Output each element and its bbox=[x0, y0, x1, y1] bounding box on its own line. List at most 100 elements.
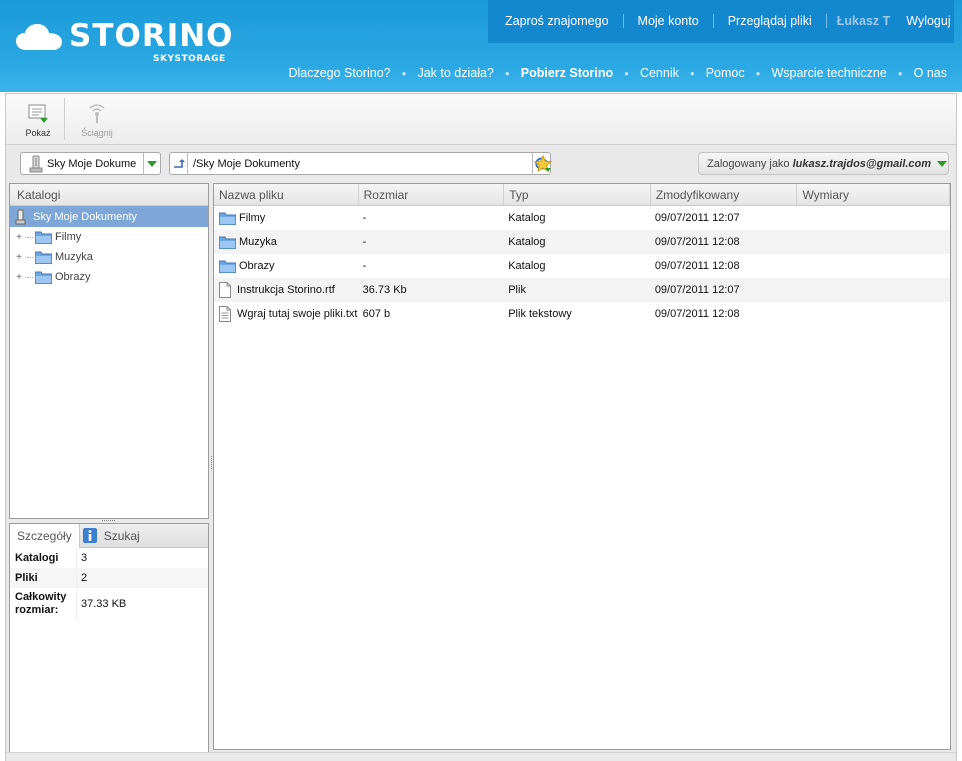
file-list-header: Nazwa pliku Rozmiar Typ Zmodyfikowany Wy… bbox=[214, 184, 951, 206]
expand-icon[interactable]: + bbox=[15, 252, 23, 263]
file-row[interactable]: Muzyka - Katalog 09/07/2011 12:08 bbox=[214, 230, 950, 254]
file-modified: 09/07/2011 12:08 bbox=[654, 260, 740, 272]
toolbar-separator bbox=[64, 98, 65, 140]
browse-files-link[interactable]: Przeglądaj pliki bbox=[712, 14, 826, 28]
storino-logo[interactable]: STORINO SKYSTORAGE bbox=[16, 18, 234, 70]
expand-icon[interactable]: + bbox=[15, 232, 23, 243]
tree-item-muzyka[interactable]: + Muzyka bbox=[10, 247, 208, 267]
show-file-icon bbox=[28, 104, 48, 123]
nav-separator: ● bbox=[624, 68, 629, 78]
document-icon bbox=[219, 282, 231, 298]
details-value: 37.33 KB bbox=[81, 598, 127, 610]
panel-resize-handle[interactable] bbox=[102, 519, 116, 522]
nav-separator: ● bbox=[689, 68, 695, 78]
tree-item-filmy[interactable]: + Filmy bbox=[10, 227, 208, 247]
tree-connector bbox=[27, 236, 33, 238]
column-name[interactable]: Nazwa pliku bbox=[214, 184, 359, 205]
tree-root-label: Sky Moje Dokumenty bbox=[33, 210, 137, 223]
login-status-dropdown[interactable]: Zalogowany jako lukasz.trajdos@gmail.com bbox=[698, 152, 949, 175]
folder-up-button[interactable] bbox=[170, 153, 188, 174]
tree-item-label: Muzyka bbox=[55, 251, 93, 263]
path-field[interactable]: /Sky Moje Dokumenty bbox=[169, 152, 551, 175]
tree-connector bbox=[27, 256, 33, 258]
folder-icon bbox=[35, 231, 52, 244]
nav-how-it-works[interactable]: Jak to działa? bbox=[417, 66, 493, 80]
brand-name: STORINO bbox=[69, 18, 234, 54]
nav-about[interactable]: O nas bbox=[914, 66, 947, 80]
file-row[interactable]: Obrazy - Katalog 09/07/2011 12:08 bbox=[214, 254, 950, 278]
drive-selector-value: Sky Moje Dokume bbox=[47, 157, 137, 170]
column-size[interactable]: Rozmiar bbox=[359, 184, 505, 205]
file-name: Instrukcja Storino.rtf bbox=[237, 284, 335, 296]
tree-item-obrazy[interactable]: + Obrazy bbox=[10, 267, 208, 287]
folder-up-icon bbox=[173, 158, 185, 168]
folder-tree-panel: Katalogi Sky Moje Dokumenty + Filmy + Mu… bbox=[9, 183, 209, 519]
info-icon bbox=[82, 528, 97, 543]
file-size: - bbox=[362, 212, 367, 224]
login-user: lukasz.trajdos@gmail.com bbox=[792, 157, 932, 170]
drive-dropdown-button[interactable] bbox=[143, 153, 160, 174]
download-button[interactable]: Ściągnij bbox=[74, 102, 120, 142]
details-list: Katalogi 3 Pliki 2 Całkowity rozmiar: 37… bbox=[10, 548, 208, 620]
status-bar bbox=[6, 752, 956, 761]
folder-icon bbox=[219, 236, 236, 249]
download-label: Ściągnij bbox=[81, 128, 113, 138]
nav-download[interactable]: Pobierz Storino bbox=[521, 66, 613, 80]
folder-icon bbox=[219, 212, 236, 225]
favorite-button[interactable] bbox=[533, 152, 552, 175]
file-type: Katalog bbox=[508, 260, 546, 272]
invite-friend-link[interactable]: Zaproś znajomego bbox=[488, 14, 623, 28]
brand-tagline: SKYSTORAGE bbox=[153, 54, 226, 64]
file-name: Wgraj tutaj swoje pliki.txt bbox=[237, 308, 358, 320]
nav-why-storino[interactable]: Dlaczego Storino? bbox=[288, 66, 390, 80]
nav-pricing[interactable]: Cennik bbox=[640, 66, 679, 80]
details-panel: Szczegóły Szukaj Katalogi 3 Pliki 2 Całk… bbox=[9, 523, 209, 759]
chevron-down-icon bbox=[147, 160, 157, 167]
file-row[interactable]: Wgraj tutaj swoje pliki.txt 607 b Plik t… bbox=[214, 302, 950, 326]
tree-item-label: Filmy bbox=[55, 231, 82, 243]
folder-icon bbox=[35, 251, 52, 264]
folder-icon bbox=[35, 271, 52, 284]
drive-selector[interactable]: Sky Moje Dokume bbox=[20, 152, 161, 175]
file-manager-app: Pokaż Ściągnij Sky Moje Dokume /Sky Moje… bbox=[5, 93, 957, 761]
tab-search[interactable]: Szukaj bbox=[97, 524, 147, 548]
nav-separator: ● bbox=[897, 68, 903, 78]
details-row: Katalogi 3 bbox=[10, 548, 208, 568]
nav-separator: ● bbox=[755, 68, 761, 78]
download-antenna-icon bbox=[89, 104, 105, 123]
tab-details[interactable]: Szczegóły bbox=[10, 523, 80, 548]
logout-link[interactable]: Wyloguj bbox=[900, 14, 962, 28]
details-row: Pliki 2 bbox=[10, 568, 208, 588]
details-value: 3 bbox=[81, 552, 88, 564]
nav-separator: ● bbox=[401, 68, 407, 78]
file-row[interactable]: Filmy - Katalog 09/07/2011 12:07 bbox=[214, 206, 950, 230]
nav-separator: ● bbox=[504, 68, 510, 78]
column-modified[interactable]: Zmodyfikowany bbox=[651, 184, 798, 205]
tree-item-label: Obrazy bbox=[55, 271, 91, 283]
site-header: STORINO SKYSTORAGE Zaproś znajomego Moje… bbox=[0, 0, 962, 92]
account-bar: Zaproś znajomego Moje konto Przeglądaj p… bbox=[488, 0, 954, 43]
column-dimensions[interactable]: Wymiary bbox=[797, 184, 951, 205]
folder-icon bbox=[219, 260, 236, 273]
file-type: Plik bbox=[508, 284, 526, 296]
file-modified: 09/07/2011 12:08 bbox=[654, 236, 740, 248]
column-type[interactable]: Typ bbox=[504, 184, 651, 205]
toolbar: Pokaż Ściągnij bbox=[6, 94, 956, 145]
expand-icon[interactable]: + bbox=[15, 272, 23, 283]
my-account-link[interactable]: Moje konto bbox=[622, 14, 713, 28]
star-icon bbox=[533, 154, 552, 172]
folder-tree-header: Katalogi bbox=[10, 184, 208, 206]
file-row[interactable]: Instrukcja Storino.rtf 36.73 Kb Plik 09/… bbox=[214, 278, 950, 302]
show-button[interactable]: Pokaż bbox=[15, 102, 61, 142]
nav-help[interactable]: Pomoc bbox=[706, 66, 745, 80]
file-size: 607 b bbox=[362, 308, 391, 320]
tree-connector bbox=[27, 276, 33, 278]
file-type: Katalog bbox=[508, 236, 546, 248]
nav-tech-support[interactable]: Wsparcie techniczne bbox=[771, 66, 886, 80]
file-modified: 09/07/2011 12:07 bbox=[654, 284, 740, 296]
tree-root-item[interactable]: Sky Moje Dokumenty bbox=[10, 206, 208, 227]
file-size: - bbox=[362, 260, 367, 272]
cloud-icon bbox=[16, 24, 62, 50]
show-label: Pokaż bbox=[25, 128, 51, 138]
file-name: Obrazy bbox=[239, 260, 275, 272]
